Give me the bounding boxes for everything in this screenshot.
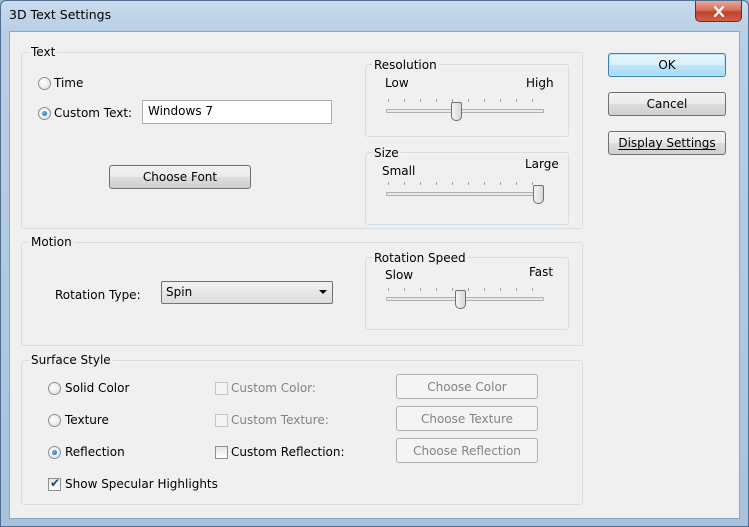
custom-reflection-checkbox[interactable] xyxy=(215,446,228,459)
custom-color-checkbox[interactable] xyxy=(215,382,228,395)
texture-radio[interactable] xyxy=(48,414,61,427)
custom-text-input[interactable]: Windows 7 xyxy=(142,100,332,124)
close-icon xyxy=(713,5,724,17)
custom-text-label[interactable]: Custom Text: xyxy=(54,106,132,120)
resolution-slider-thumb[interactable] xyxy=(451,102,462,121)
choose-reflection-label: Choose Reflection xyxy=(413,443,521,458)
texture-label[interactable]: Texture xyxy=(65,413,109,427)
choose-reflection-button[interactable]: Choose Reflection xyxy=(396,438,538,463)
rotation-speed-slider-thumb[interactable] xyxy=(455,290,466,309)
custom-text-radio[interactable] xyxy=(38,107,51,120)
resolution-label: Resolution xyxy=(372,58,439,72)
resolution-high-label: High xyxy=(526,76,554,90)
size-large-label: Large xyxy=(525,157,559,171)
reflection-label[interactable]: Reflection xyxy=(65,445,125,459)
solid-color-radio[interactable] xyxy=(48,382,61,395)
solid-color-label[interactable]: Solid Color xyxy=(65,381,129,395)
motion-group-label: Motion xyxy=(29,235,74,249)
surface-style-group-label: Surface Style xyxy=(29,353,113,367)
dialog-client-area: Text Time Custom Text: Windows 7 Choose … xyxy=(9,31,740,519)
title-bar[interactable]: 3D Text Settings xyxy=(1,1,748,31)
rotation-type-select[interactable]: Spin xyxy=(161,281,333,304)
custom-color-label[interactable]: Custom Color: xyxy=(231,381,316,395)
cancel-label: Cancel xyxy=(646,97,688,111)
checkmark-icon: ✔ xyxy=(50,476,61,490)
text-group-label: Text xyxy=(29,45,58,59)
close-button[interactable] xyxy=(695,1,742,22)
resolution-group xyxy=(365,64,569,137)
ok-button[interactable]: OK xyxy=(608,53,726,77)
rotation-type-value: Spin xyxy=(166,285,193,299)
rotation-speed-slow-label: Slow xyxy=(385,268,414,282)
show-specular-label[interactable]: Show Specular Highlights xyxy=(65,477,218,491)
window-title: 3D Text Settings xyxy=(9,7,112,22)
ok-label: OK xyxy=(658,58,676,72)
display-settings-label: Display Settings xyxy=(618,136,716,150)
choose-font-label: Choose Font xyxy=(142,170,218,184)
choose-color-button[interactable]: Choose Color xyxy=(396,374,538,399)
custom-text-value: Windows 7 xyxy=(148,104,214,118)
size-slider-track[interactable] xyxy=(386,192,544,196)
rotation-speed-label: Rotation Speed xyxy=(372,251,468,265)
show-specular-checkbox[interactable]: ✔ xyxy=(48,476,61,491)
rotation-speed-fast-label: Fast xyxy=(529,265,554,279)
reflection-radio[interactable] xyxy=(48,446,61,459)
resolution-low-label: Low xyxy=(385,76,409,90)
display-settings-button[interactable]: Display Settings xyxy=(608,131,726,155)
chevron-down-icon xyxy=(319,290,327,294)
custom-texture-checkbox[interactable] xyxy=(215,414,228,427)
cancel-button[interactable]: Cancel xyxy=(608,92,726,116)
choose-color-label: Choose Color xyxy=(427,379,507,394)
size-slider-thumb[interactable] xyxy=(533,185,544,204)
custom-reflection-label[interactable]: Custom Reflection: xyxy=(231,445,345,459)
resolution-slider-track[interactable] xyxy=(386,109,544,113)
custom-texture-label[interactable]: Custom Texture: xyxy=(231,413,329,427)
choose-texture-label: Choose Texture xyxy=(420,411,514,426)
size-label: Size xyxy=(372,146,401,160)
rotation-type-label: Rotation Type: xyxy=(55,288,141,302)
time-label[interactable]: Time xyxy=(54,76,83,90)
size-small-label: Small xyxy=(382,164,416,178)
time-radio[interactable] xyxy=(38,77,51,90)
choose-texture-button[interactable]: Choose Texture xyxy=(396,406,538,431)
choose-font-button[interactable]: Choose Font xyxy=(109,165,251,189)
dialog-window: 3D Text Settings Text Time Custom Text: … xyxy=(0,0,749,527)
